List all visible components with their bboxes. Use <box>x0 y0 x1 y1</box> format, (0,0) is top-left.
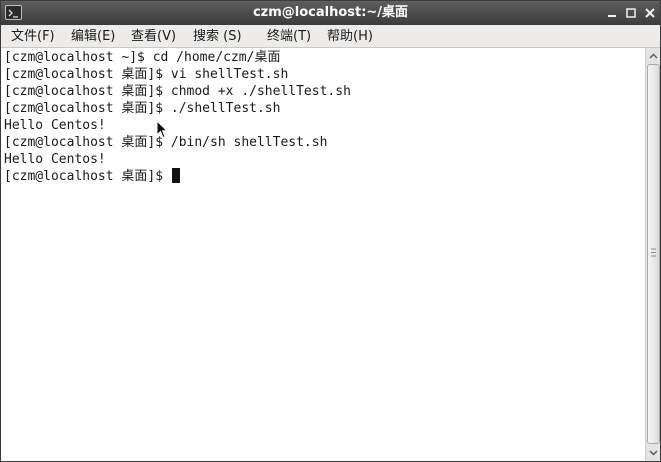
window-title: czm@localhost:~/桌面 <box>252 5 409 20</box>
maximize-icon <box>626 8 636 18</box>
terminal-line: Hello Centos! <box>4 118 106 133</box>
minimize-icon <box>608 15 616 17</box>
maximize-button[interactable] <box>623 5 639 21</box>
menu-help[interactable]: 帮助(H) <box>325 25 375 48</box>
chevron-down-icon <box>649 450 658 456</box>
minimize-button[interactable] <box>604 5 620 21</box>
menu-edit[interactable]: 编辑(E) <box>69 25 117 48</box>
scroll-up-button[interactable] <box>647 50 660 63</box>
close-button[interactable] <box>642 5 658 21</box>
chevron-up-icon <box>649 53 658 59</box>
terminal-line: [czm@localhost 桌面]$ vi shellTest.sh <box>4 67 289 82</box>
terminal-line: [czm@localhost 桌面]$ chmod +x ./shellTest… <box>4 84 351 99</box>
close-icon <box>645 8 655 18</box>
mouse-pointer-icon <box>156 119 169 143</box>
menu-bar: 文件(F) 编辑(E) 查看(V) 搜索 (S) 终端(T) 帮助(H) <box>1 25 660 48</box>
menu-terminal[interactable]: 终端(T) <box>265 25 313 48</box>
grip-icon <box>651 248 656 257</box>
scroll-down-button[interactable] <box>647 446 660 459</box>
vertical-scrollbar[interactable] <box>645 48 660 461</box>
prompt-text: [czm@localhost 桌面]$ <box>4 169 171 184</box>
terminal-line: [czm@localhost 桌面]$ ./shellTest.sh <box>4 101 281 116</box>
terminal-window: czm@localhost:~/桌面 文件(F) 编辑(E) 查看(V) 搜索 … <box>0 0 661 462</box>
terminal-line: Hello Centos! <box>4 152 106 167</box>
menu-view[interactable]: 查看(V) <box>129 25 178 48</box>
menu-file[interactable]: 文件(F) <box>9 25 57 48</box>
scrollbar-thumb[interactable] <box>647 64 660 444</box>
title-bar[interactable]: czm@localhost:~/桌面 <box>1 1 660 25</box>
terminal-line: [czm@localhost ~]$ cd /home/czm/桌面 <box>4 50 281 65</box>
terminal-prompt-line: [czm@localhost 桌面]$ <box>4 168 180 185</box>
menu-search[interactable]: 搜索 (S) <box>191 25 244 48</box>
text-cursor <box>171 168 180 183</box>
terminal-output[interactable]: [czm@localhost ~]$ cd /home/czm/桌面 [czm@… <box>1 48 645 461</box>
